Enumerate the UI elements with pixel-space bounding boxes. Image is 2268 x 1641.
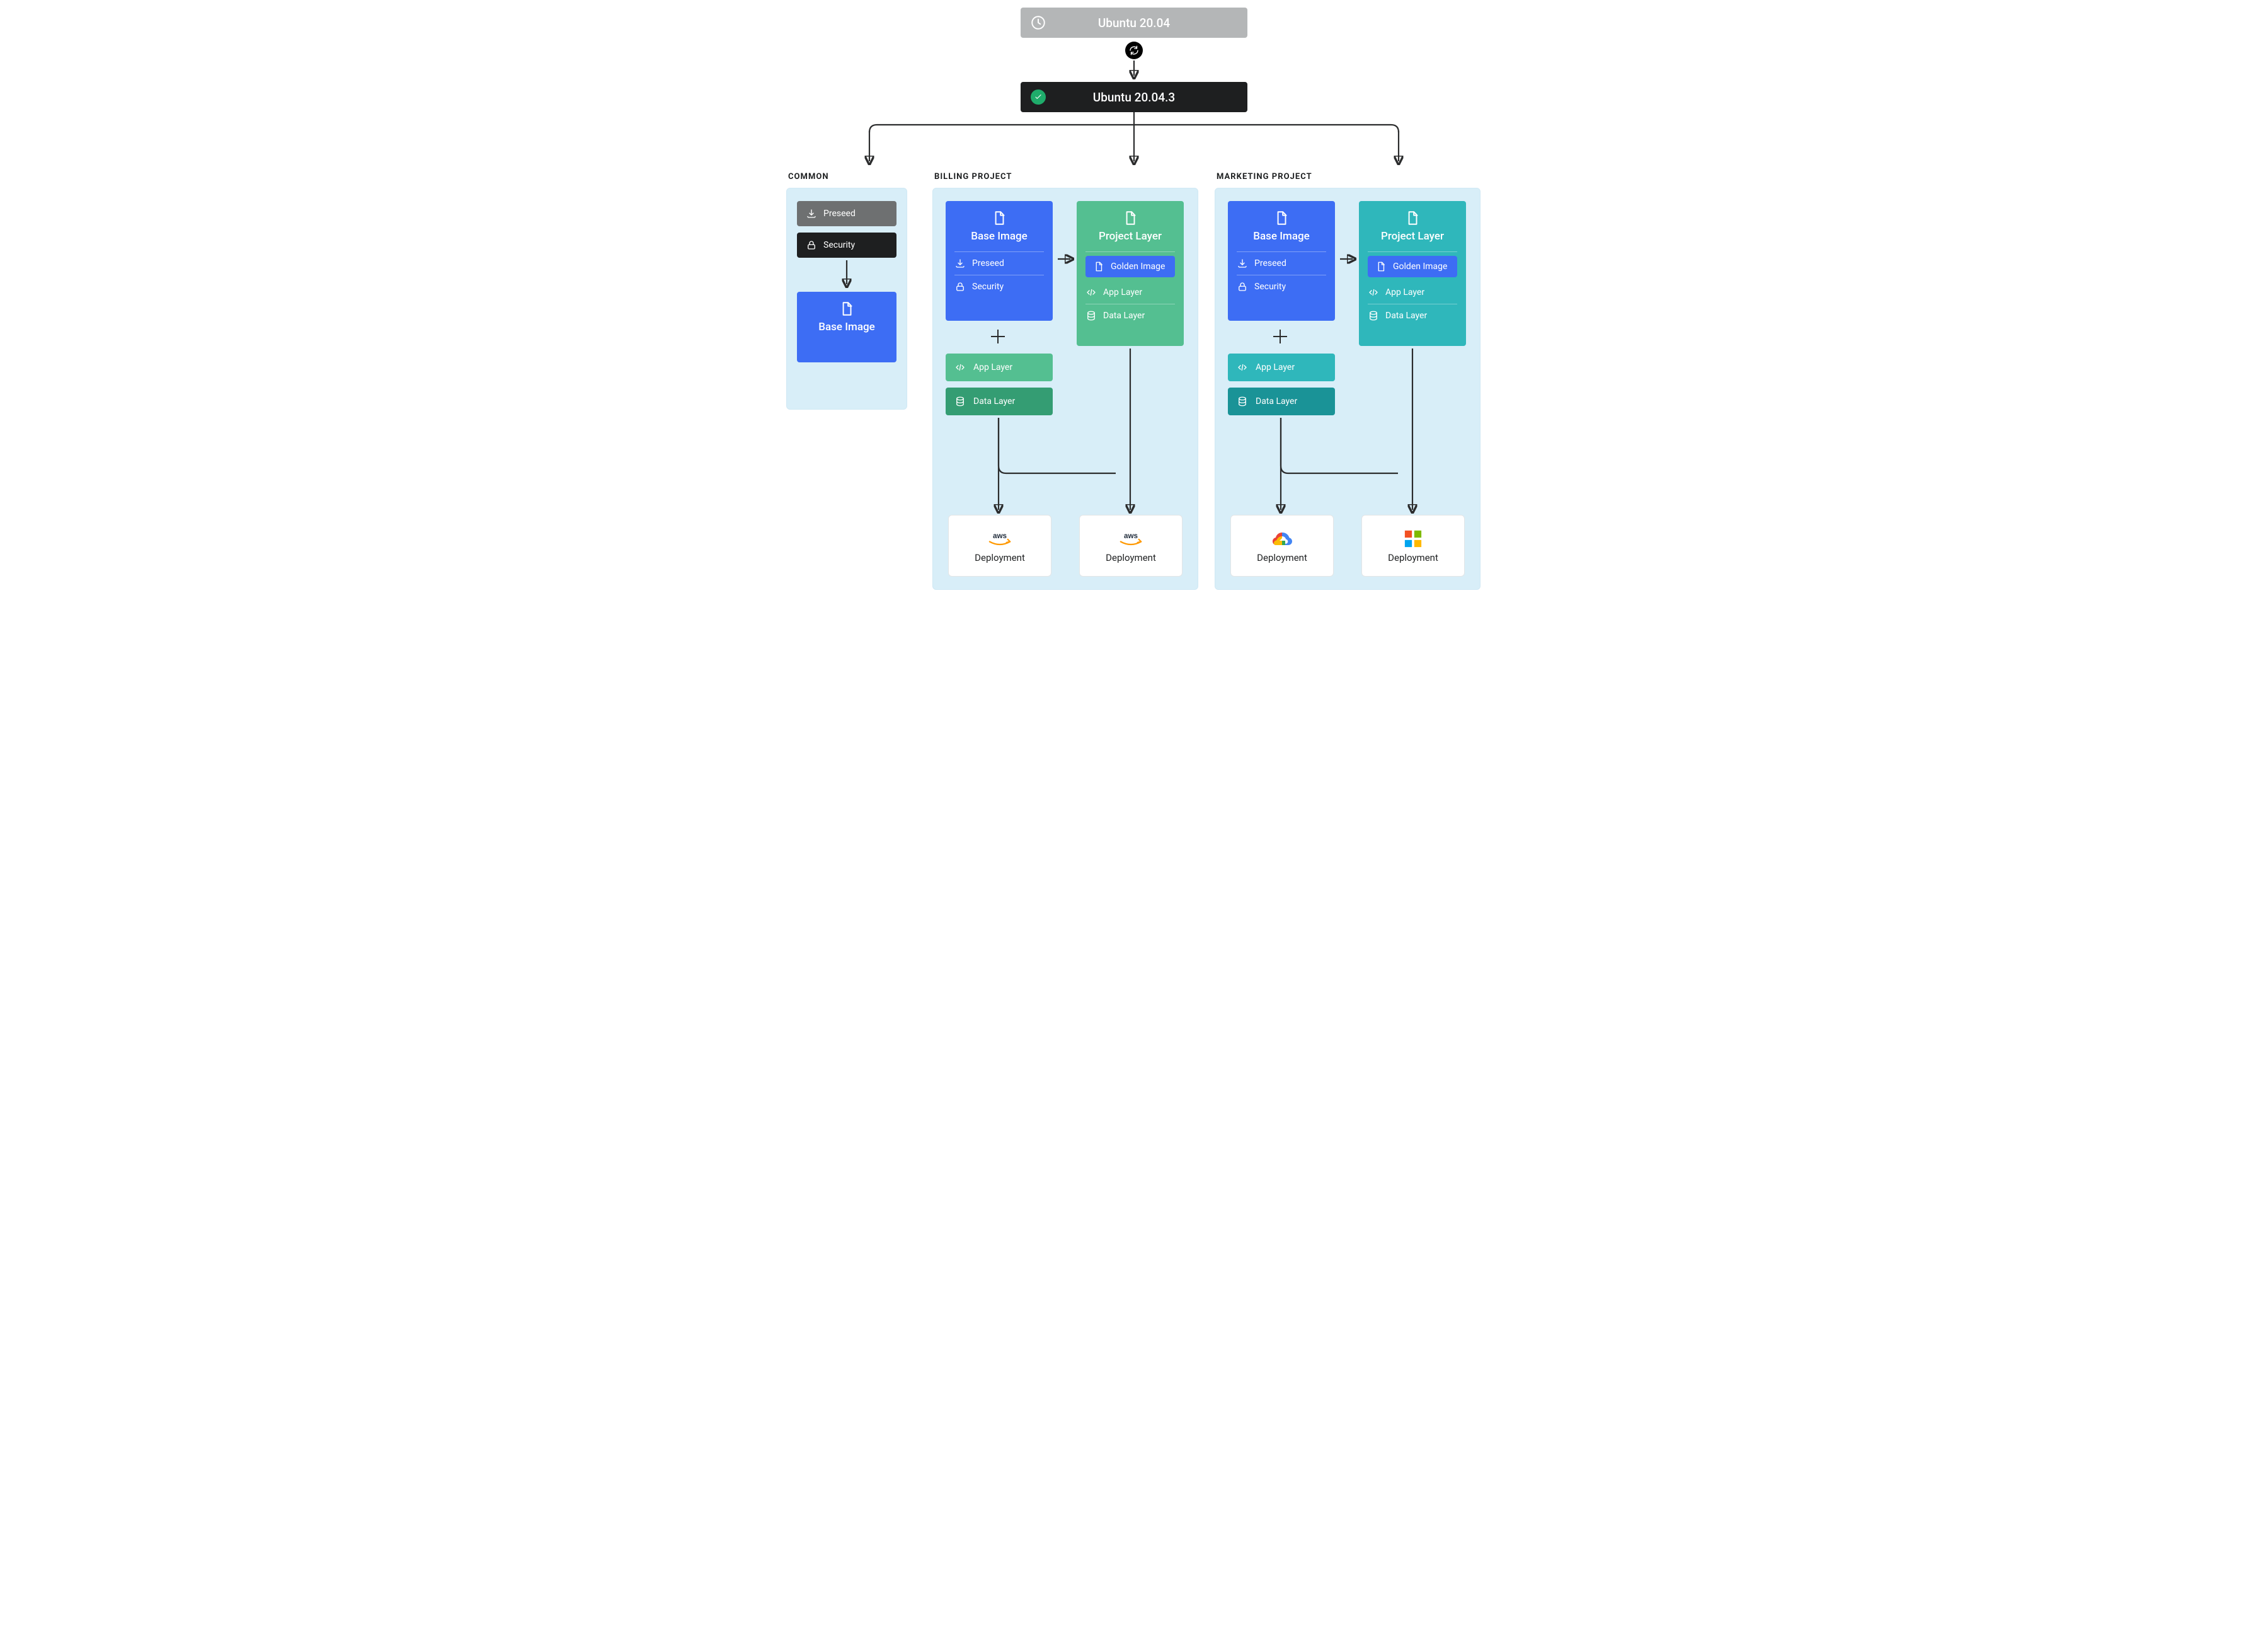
download-icon	[954, 258, 966, 269]
arrow-base-to-project-billing	[1057, 254, 1074, 264]
microsoft-logo-icon	[1404, 528, 1423, 550]
gcp-logo-icon	[1269, 528, 1295, 550]
download-icon	[1237, 258, 1248, 269]
file-icon	[1093, 261, 1104, 272]
section-title-billing: BILLING PROJECT	[934, 172, 1012, 181]
lock-icon	[806, 239, 817, 251]
download-icon	[806, 208, 817, 219]
check-circle-icon	[1021, 89, 1056, 105]
row-app-layer: App Layer	[1368, 281, 1457, 304]
ubuntu-parent-label: Ubuntu 20.04	[1056, 16, 1247, 30]
arrow-common-down	[845, 260, 849, 289]
preseed-label: Preseed	[823, 209, 856, 219]
row-security: Security	[1237, 275, 1326, 298]
file-icon	[839, 301, 855, 317]
ubuntu-child-label: Ubuntu 20.04.3	[1056, 90, 1247, 105]
lock-icon	[1237, 281, 1248, 292]
aws-logo-icon: aws	[983, 528, 1017, 550]
deploy-card-marketing-left: Deployment	[1230, 515, 1334, 577]
card-project-layer-marketing: Project Layer Golden Image App Layer Dat…	[1359, 201, 1466, 346]
pill-golden-image-billing: Golden Image	[1085, 256, 1175, 277]
security-label: Security	[823, 240, 855, 250]
row-data-layer: Data Layer	[1368, 304, 1457, 327]
svg-text:aws: aws	[993, 532, 1007, 540]
arrows-to-deploy-billing	[933, 346, 1198, 522]
row-preseed: Preseed	[1237, 252, 1326, 275]
lock-icon	[954, 281, 966, 292]
refresh-icon	[1125, 42, 1143, 59]
file-icon	[1404, 210, 1421, 226]
deploy-card-billing-left: aws Deployment	[948, 515, 1051, 577]
deploy-label: Deployment	[1106, 552, 1156, 563]
pill-golden-image-marketing: Golden Image	[1368, 256, 1457, 277]
branching-arrows	[737, 112, 1531, 169]
project-layer-title-marketing: Project Layer	[1381, 230, 1444, 243]
deploy-label: Deployment	[1388, 552, 1438, 563]
database-icon	[1085, 310, 1097, 321]
arrow-down-top	[1133, 60, 1135, 79]
block-preseed: Preseed	[797, 201, 896, 226]
database-icon	[1368, 310, 1379, 321]
deploy-card-marketing-right: Deployment	[1361, 515, 1465, 577]
clock-icon	[1021, 14, 1056, 31]
file-icon	[991, 210, 1007, 226]
svg-text:aws: aws	[1124, 532, 1138, 540]
card-project-layer-billing: Project Layer Golden Image App Layer Dat…	[1077, 201, 1184, 346]
base-image-title-common: Base Image	[818, 321, 875, 333]
project-layer-title-billing: Project Layer	[1099, 230, 1162, 243]
card-base-image-common: Base Image	[797, 292, 896, 362]
code-icon	[1368, 287, 1379, 298]
row-app-layer: App Layer	[1085, 281, 1175, 304]
section-billing: BILLING PROJECT Base Image Preseed Secur…	[932, 188, 1198, 590]
code-icon	[1085, 287, 1097, 298]
section-marketing: MARKETING PROJECT Base Image Preseed Sec…	[1215, 188, 1480, 590]
card-base-image-billing: Base Image Preseed Security	[946, 201, 1053, 321]
aws-logo-icon: aws	[1114, 528, 1148, 550]
plus-icon	[990, 328, 1006, 345]
section-common: COMMON Preseed Security Base Image	[786, 188, 907, 410]
plus-icon	[1272, 328, 1288, 345]
diagram-stage: Ubuntu 20.04 Ubuntu 20.04.3 COMMON	[737, 0, 1531, 38]
file-icon	[1375, 261, 1387, 272]
pill-ubuntu-parent: Ubuntu 20.04	[1021, 8, 1247, 38]
arrow-base-to-project-marketing	[1339, 254, 1356, 264]
card-base-image-marketing: Base Image Preseed Security	[1228, 201, 1335, 321]
base-image-title-marketing: Base Image	[1253, 230, 1310, 243]
arrows-to-deploy-marketing	[1215, 346, 1480, 522]
row-data-layer: Data Layer	[1085, 304, 1175, 327]
block-security: Security	[797, 233, 896, 258]
section-title-marketing: MARKETING PROJECT	[1217, 172, 1312, 181]
deploy-label: Deployment	[975, 552, 1025, 563]
base-image-title-billing: Base Image	[971, 230, 1028, 243]
file-icon	[1122, 210, 1138, 226]
section-title-common: COMMON	[788, 172, 829, 181]
row-security: Security	[954, 275, 1044, 298]
pill-ubuntu-child: Ubuntu 20.04.3	[1021, 82, 1247, 112]
deploy-label: Deployment	[1257, 552, 1307, 563]
file-icon	[1273, 210, 1290, 226]
row-preseed: Preseed	[954, 252, 1044, 275]
deploy-card-billing-right: aws Deployment	[1079, 515, 1183, 577]
